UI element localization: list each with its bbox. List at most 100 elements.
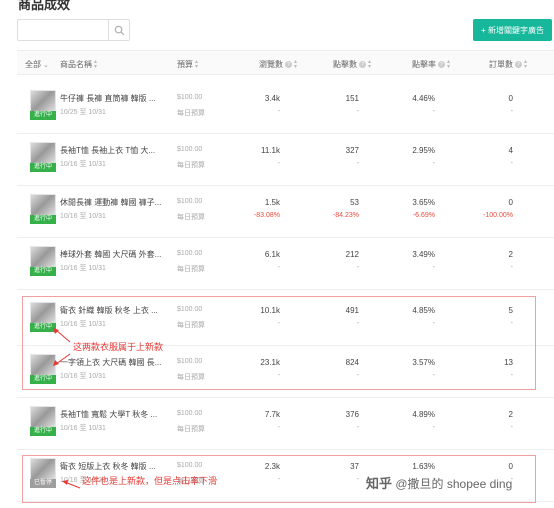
budget-type: 每日預算 — [177, 162, 205, 169]
product-name-link[interactable]: 休閒長褲 運動褲 韓國 褲子... — [60, 197, 161, 208]
budget-value: $100.00 — [177, 250, 203, 257]
budget-type: 每日預算 — [177, 426, 205, 433]
clicks-change: - — [356, 424, 359, 431]
budget-value: $100.00 — [177, 146, 203, 153]
watermark-author: @撒旦的 shopee ding — [395, 477, 513, 491]
orders-value: 2 — [508, 250, 513, 259]
orders-value: 2 — [508, 410, 513, 419]
clicks-value: 53 — [350, 198, 359, 207]
views-value: 7.7k — [264, 410, 280, 419]
ctr-change: - — [432, 264, 435, 271]
sort-icon: ▴ ▾ — [368, 58, 372, 70]
column-clicks-label: 點擊數 — [333, 60, 357, 69]
column-budget-header[interactable]: 預算 ▴ ▾ — [177, 59, 198, 70]
page-title: 商品成效 — [18, 0, 71, 12]
orders-change: - — [510, 160, 513, 167]
status-badge: 進行中 — [30, 267, 56, 276]
annotation-low-ctr: 这件也是上新款，但是点击率下滑 — [82, 476, 218, 486]
clicks-change: - — [356, 160, 359, 167]
arrow-annotation — [53, 328, 71, 366]
help-icon[interactable]: ? — [515, 61, 522, 68]
column-clicks-header[interactable]: 點擊數 ? ▴ ▾ — [333, 59, 371, 70]
add-keyword-ad-button[interactable]: + 新增關鍵字廣告 — [473, 19, 552, 41]
budget-type: 每日預算 — [177, 214, 205, 221]
chevron-down-icon: ⌄ — [43, 61, 49, 69]
product-name-link[interactable]: 牛仔褲 長褲 直筒褲 韓版 ... — [60, 93, 156, 104]
column-views-label: 瀏覽數 — [259, 60, 283, 69]
sort-icon: ▴ ▾ — [447, 58, 451, 70]
table-row[interactable]: 進行中 棒球外套 韓國 大尺碼 外套... 10/16 至 10/31 $100… — [17, 238, 554, 290]
clicks-change: - — [356, 108, 359, 115]
budget-value: $100.00 — [177, 410, 203, 417]
orders-value: 0 — [508, 94, 513, 103]
search-button[interactable] — [108, 19, 130, 41]
views-change: - — [277, 160, 280, 167]
ctr-change: - — [432, 108, 435, 115]
search-input[interactable] — [17, 19, 108, 41]
column-views-header[interactable]: 瀏覽數 ? ▴ ▾ — [259, 59, 297, 70]
column-ctr-label: 點擊率 — [412, 60, 436, 69]
search-bar — [17, 19, 130, 41]
table-header: 全部 ⌄ 商品名稱 ▴ ▾ 預算 ▴ ▾ 瀏覽數 ? ▴ ▾ 點擊數 ? ▴ ▾ 點擊率… — [17, 50, 554, 75]
product-date-range: 10/16 至 10/31 — [60, 265, 106, 272]
ctr-change: -6.69% — [412, 212, 435, 219]
clicks-change: - — [356, 264, 359, 271]
table-row[interactable]: 進行中 長袖T恤 寬鬆 大學T 秋冬 ... 10/16 至 10/31 $10… — [17, 398, 554, 450]
product-name-link[interactable]: 長袖T恤 長袖上衣 T恤 大... — [60, 145, 155, 156]
column-name-header[interactable]: 商品名稱 ▴ ▾ — [60, 59, 97, 70]
column-orders-label: 訂單數 — [489, 60, 513, 69]
views-value: 3.4k — [264, 94, 280, 103]
watermark: 知乎 @撒旦的 shopee ding — [366, 473, 512, 492]
clicks-value: 376 — [345, 410, 359, 419]
sort-icon: ▴ ▾ — [195, 58, 199, 70]
annotation-new-items: 这两款衣服属于上新款 — [73, 342, 164, 352]
sort-icon: ▴ ▾ — [94, 58, 98, 70]
views-value: 1.5k — [264, 198, 280, 207]
orders-value: 4 — [508, 146, 513, 155]
orders-value: 0 — [508, 198, 513, 207]
table-row[interactable]: 進行中 牛仔褲 長褲 直筒褲 韓版 ... 10/25 至 10/31 $100… — [17, 82, 554, 134]
ctr-value: 2.95% — [412, 146, 435, 155]
zhihu-logo: 知乎 — [366, 476, 393, 491]
help-icon[interactable]: ? — [359, 61, 366, 68]
ctr-value: 3.49% — [412, 250, 435, 259]
status-badge: 進行中 — [30, 111, 56, 120]
budget-value: $100.00 — [177, 94, 203, 101]
orders-change: - — [510, 424, 513, 431]
column-orders-header[interactable]: 訂單數 ? ▴ ▾ — [489, 59, 527, 70]
ctr-value: 4.46% — [412, 94, 435, 103]
views-value: 11.1k — [261, 146, 280, 155]
clicks-value: 151 — [345, 94, 359, 103]
sort-icon: ▴ ▾ — [524, 58, 528, 70]
search-icon — [114, 25, 124, 35]
clicks-value: 212 — [345, 250, 359, 259]
table-row[interactable]: 進行中 休閒長褲 運動褲 韓國 褲子... 10/16 至 10/31 $100… — [17, 186, 554, 238]
ctr-value: 4.89% — [412, 410, 435, 419]
budget-value: $100.00 — [177, 198, 203, 205]
ctr-value: 3.65% — [412, 198, 435, 207]
product-name-link[interactable]: 長袖T恤 寬鬆 大學T 秋冬 ... — [60, 409, 157, 420]
orders-change: -100.00% — [483, 212, 513, 219]
ctr-change: - — [432, 424, 435, 431]
filter-all-dropdown[interactable]: 全部 ⌄ — [25, 59, 49, 70]
help-icon[interactable]: ? — [285, 61, 292, 68]
product-date-range: 10/16 至 10/31 — [60, 213, 106, 220]
clicks-change: -84.23% — [332, 212, 359, 219]
help-icon[interactable]: ? — [438, 61, 445, 68]
status-badge: 進行中 — [30, 215, 56, 224]
budget-type: 每日預算 — [177, 266, 205, 273]
views-change: -83.08% — [253, 212, 280, 219]
status-badge: 進行中 — [30, 427, 56, 436]
sort-icon: ▴ ▾ — [294, 58, 298, 70]
status-badge: 進行中 — [30, 163, 56, 172]
filter-all-label: 全部 — [25, 60, 41, 69]
ctr-change: - — [432, 160, 435, 167]
views-change: - — [277, 108, 280, 115]
budget-type: 每日預算 — [177, 110, 205, 117]
views-change: - — [277, 264, 280, 271]
product-name-link[interactable]: 棒球外套 韓國 大尺碼 外套... — [60, 249, 161, 260]
product-date-range: 10/16 至 10/31 — [60, 161, 106, 168]
column-ctr-header[interactable]: 點擊率 ? ▴ ▾ — [412, 59, 450, 70]
product-date-range: 10/16 至 10/31 — [60, 425, 106, 432]
table-row[interactable]: 進行中 長袖T恤 長袖上衣 T恤 大... 10/16 至 10/31 $100… — [17, 134, 554, 186]
